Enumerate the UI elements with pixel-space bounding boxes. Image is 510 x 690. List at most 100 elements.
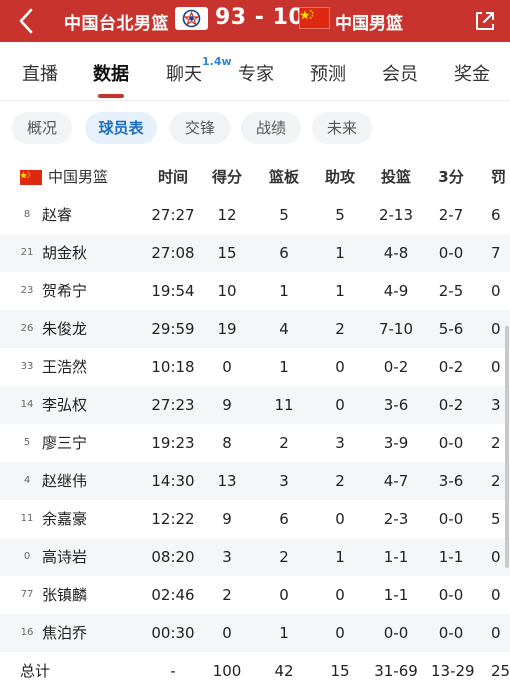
table-row[interactable]: 23 贺希宁 19:54 10 1 1 4-9 2-5 0 [0,272,510,310]
total-label: 总计 [20,662,51,680]
table-row[interactable]: 0 高诗岩 08:20 3 2 1 1-1 1-1 0 [0,538,510,576]
tab-membership[interactable]: 会员 [382,60,418,86]
jersey-number: 23 [20,285,34,296]
rebounds-cell: 6 [279,244,289,262]
three-pointers-cell: 0-0 [438,434,464,452]
minutes-cell: 19:54 [151,282,195,300]
assists-cell: 1 [335,244,345,262]
points-cell: 15 [217,244,237,262]
minutes-cell: 00:30 [151,624,195,642]
rebounds-cell: 5 [279,206,289,224]
tab-data[interactable]: 数据 [93,60,129,86]
table-row[interactable]: 77 张镇麟 02:46 2 0 0 1-1 0-0 0 [0,576,510,614]
table-row[interactable]: 4 赵继伟 14:30 13 3 2 4-7 3-6 2 [0,462,510,500]
player-name: 余嘉豪 [42,510,88,528]
rebounds-cell: 11 [274,396,294,414]
column-header-assists: 助攻 [324,168,355,186]
table-row[interactable]: 21 胡金秋 27:08 15 6 1 4-8 0-0 7 [0,234,510,272]
field-goals-cell: 1-1 [383,586,409,604]
subtab-player-stats[interactable]: 球员表 [85,112,157,144]
assists-cell: 15 [330,662,350,680]
points-cell: 10 [217,282,237,300]
table-row[interactable]: 26 朱俊龙 29:59 19 4 2 7-10 5-6 0 [0,310,510,348]
three-pointers-cell: 3-6 [438,472,464,490]
team1-name: 中国台北男篮 [64,14,169,34]
free-throws-cell: 0 [491,282,501,300]
minutes-cell: - [170,662,176,680]
table-row[interactable]: 16 焦泊乔 00:30 0 1 0 0-0 0-0 0 [0,614,510,652]
points-cell: 13 [217,472,237,490]
tab-chat-label: 聊天 [166,64,202,85]
player-name: 王浩然 [42,358,88,376]
match-header: 中国台北男篮 93 - 100 中国男篮 [0,0,510,42]
subtab-record[interactable]: 战绩 [241,112,301,144]
table-row[interactable]: 11 余嘉豪 12:22 9 6 0 2-3 0-0 5 [0,500,510,538]
table-row[interactable]: 8 赵睿 27:27 12 5 5 2-13 2-7 6 [0,196,510,234]
points-cell: 100 [212,662,242,680]
three-pointers-cell: 0-0 [438,244,464,262]
vertical-scrollbar[interactable] [505,326,509,568]
minutes-cell: 27:27 [151,206,195,224]
points-cell: 9 [222,510,232,528]
china-flag-icon [20,170,42,185]
three-pointers-cell: 13-29 [431,662,475,680]
chinese-taipei-flag-icon [175,7,208,30]
subtab-overview[interactable]: 概况 [12,112,72,144]
subtab-upcoming[interactable]: 未来 [312,112,372,144]
back-button[interactable] [12,6,42,36]
tab-prediction[interactable]: 预测 [310,60,346,86]
tab-live[interactable]: 直播 [22,60,58,86]
points-cell: 8 [222,434,232,452]
minutes-cell: 02:46 [151,586,195,604]
active-tab-indicator [98,94,124,98]
column-header-free-throws: 罚 [491,168,507,186]
rebounds-cell: 3 [279,472,289,490]
free-throws-cell: 7 [491,244,501,262]
player-name: 焦泊乔 [42,624,88,642]
player-name: 赵睿 [42,206,73,224]
points-cell: 12 [217,206,237,224]
team2-name: 中国男篮 [335,14,403,34]
field-goals-cell: 2-13 [378,206,414,224]
jersey-number: 21 [20,247,34,258]
table-row[interactable]: 5 廖三宁 19:23 8 2 3 3-9 0-0 2 [0,424,510,462]
three-pointers-cell: 2-7 [438,206,464,224]
points-cell: 3 [222,548,232,566]
column-header-time: 时间 [157,168,188,186]
subtab-head-to-head[interactable]: 交锋 [170,112,230,144]
points-cell: 9 [222,396,232,414]
tab-chat[interactable]: 聊天 1.4w [166,55,232,86]
table-total-row: 总计 - 100 42 15 31-69 13-29 25 [0,652,510,690]
points-cell: 2 [222,586,232,604]
field-goals-cell: 0-2 [383,358,409,376]
table-row[interactable]: 14 李弘权 27:23 9 11 0 3-6 0-2 3 [0,386,510,424]
rebounds-cell: 1 [279,358,289,376]
rebounds-cell: 2 [279,548,289,566]
minutes-cell: 14:30 [151,472,195,490]
minutes-cell: 19:23 [151,434,195,452]
player-name: 朱俊龙 [42,320,88,338]
minutes-cell: 08:20 [151,548,195,566]
assists-cell: 2 [335,472,345,490]
tab-prize[interactable]: 奖金 [454,60,490,86]
three-pointers-cell: 5-6 [438,320,464,338]
rebounds-cell: 42 [274,662,294,680]
table-row[interactable]: 33 王浩然 10:18 0 1 0 0-2 0-2 0 [0,348,510,386]
jersey-number: 16 [20,627,34,638]
field-goals-cell: 31-69 [374,662,418,680]
tab-experts[interactable]: 专家 [238,60,274,86]
assists-cell: 0 [335,358,345,376]
column-header-rebounds: 篮板 [268,168,299,186]
column-header-three-pointers: 3分 [438,168,464,186]
three-pointers-cell: 0-0 [438,624,464,642]
chevron-left-icon [19,8,33,34]
rebounds-cell: 1 [279,624,289,642]
rebounds-cell: 6 [279,510,289,528]
player-name: 张镇麟 [42,586,88,604]
table-header: 中国男篮 时间 得分 篮板 助攻 投篮 3分 罚 [0,158,510,196]
player-name: 李弘权 [42,396,88,414]
free-throws-cell: 6 [491,206,501,224]
share-button[interactable] [472,8,498,34]
points-cell: 0 [222,624,232,642]
minutes-cell: 27:08 [151,244,195,262]
